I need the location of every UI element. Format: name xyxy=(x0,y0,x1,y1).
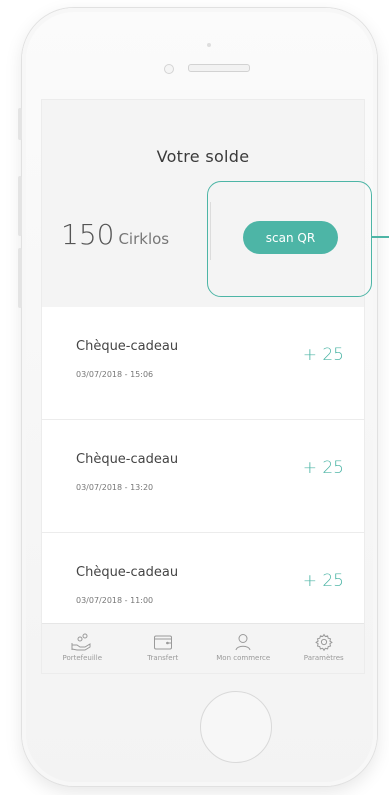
transaction-date: 03/07/2018 - 13:20 xyxy=(76,483,154,492)
mute-switch xyxy=(18,108,22,140)
nav-label: Mon commerce xyxy=(216,654,271,662)
transaction-row[interactable]: Chèque-cadeau 03/07/2018 - 15:06 + 25 xyxy=(42,307,364,420)
balance-value: 150 xyxy=(61,218,115,251)
front-camera xyxy=(164,64,174,74)
wallet-hand-icon xyxy=(71,633,91,651)
transaction-label: Chèque-cadeau xyxy=(76,452,179,467)
transaction-amount: + 25 xyxy=(302,345,344,365)
transaction-date: 03/07/2018 - 11:00 xyxy=(76,596,154,605)
transaction-label: Chèque-cadeau xyxy=(76,565,179,580)
callout-pointer-line xyxy=(372,236,389,238)
transaction-amount: + 25 xyxy=(302,571,344,591)
scan-highlight-callout xyxy=(207,181,372,297)
volume-down-button xyxy=(18,248,22,308)
earpiece-speaker xyxy=(188,64,250,72)
nav-label: Portefeuille xyxy=(62,654,103,662)
nav-item-portefeuille[interactable]: Portefeuille xyxy=(42,624,123,673)
nav-item-parametres[interactable]: Paramètres xyxy=(284,624,365,673)
transaction-label: Chèque-cadeau xyxy=(76,339,179,354)
sensor-dot xyxy=(207,43,211,47)
bottom-nav: Portefeuille Transfert Mon commerce Para… xyxy=(42,623,365,673)
nav-label: Transfert xyxy=(147,654,179,662)
balance-unit: Cirklos xyxy=(118,230,170,248)
home-button[interactable] xyxy=(200,691,272,763)
nav-item-mon-commerce[interactable]: Mon commerce xyxy=(203,624,284,673)
transaction-list: Chèque-cadeau 03/07/2018 - 15:06 + 25 Ch… xyxy=(42,307,364,646)
page-title: Votre solde xyxy=(156,147,250,166)
transaction-date: 03/07/2018 - 15:06 xyxy=(76,370,154,379)
nav-item-transfert[interactable]: Transfert xyxy=(123,624,204,673)
transaction-row[interactable]: Chèque-cadeau 03/07/2018 - 13:20 + 25 xyxy=(42,420,364,533)
gear-icon xyxy=(314,633,333,651)
volume-up-button xyxy=(18,176,22,236)
balance-display: 150 Cirklos xyxy=(61,218,169,251)
card-wallet-icon xyxy=(153,635,172,650)
transaction-amount: + 25 xyxy=(302,458,344,478)
nav-label: Paramètres xyxy=(303,654,344,662)
user-icon xyxy=(235,634,251,651)
